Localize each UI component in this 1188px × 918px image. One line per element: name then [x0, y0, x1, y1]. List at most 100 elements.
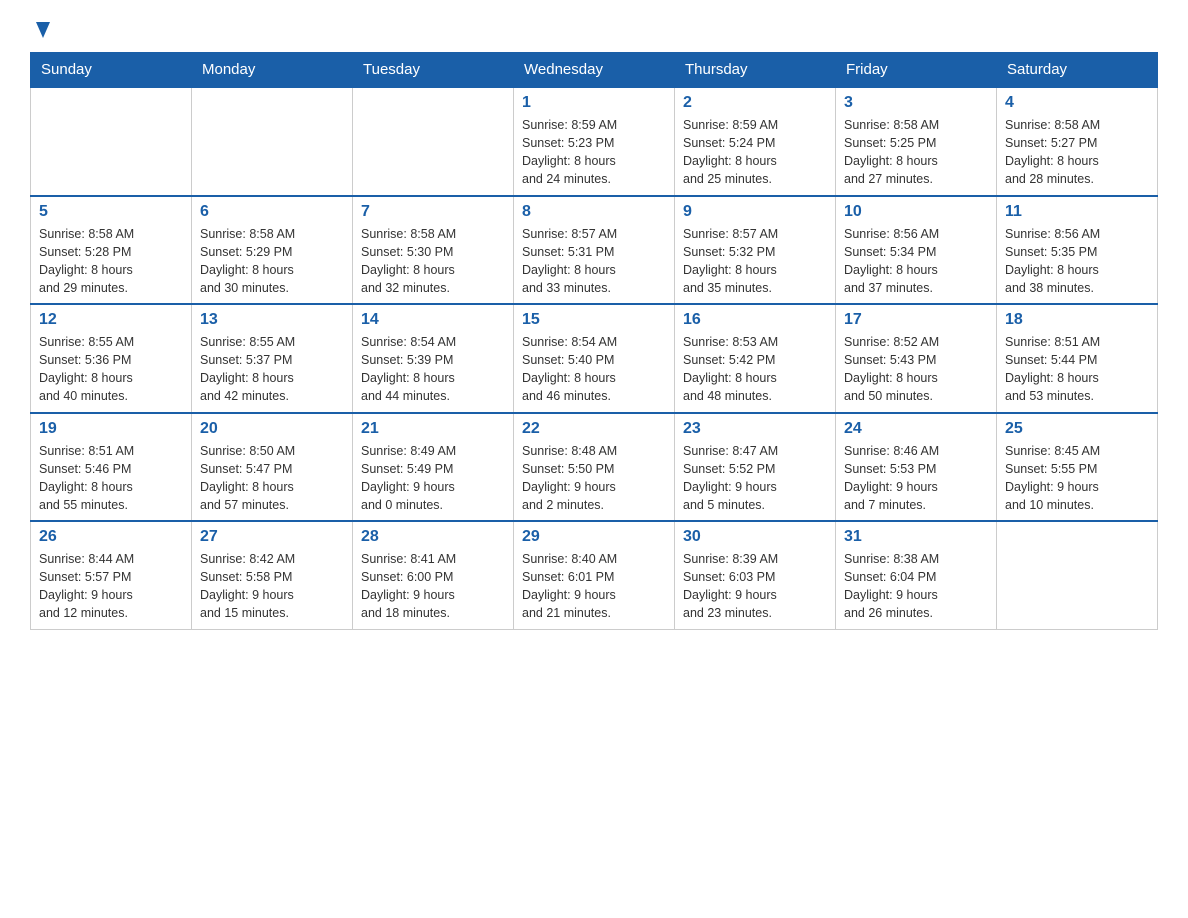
day-number: 4 — [1005, 94, 1149, 112]
day-number: 12 — [39, 311, 183, 329]
calendar-cell: 11 Sunrise: 8:56 AMSunset: 5:35 PMDayligh… — [997, 196, 1158, 305]
day-number: 10 — [844, 203, 988, 221]
weekday-header-saturday: Saturday — [997, 53, 1158, 88]
logo-arrow-icon — [32, 18, 54, 40]
calendar-cell: 14Sunrise: 8:54 AMSunset: 5:39 PMDayligh… — [353, 304, 514, 413]
day-info: Sunrise: 8:57 AMSunset: 5:31 PMDaylight:… — [522, 225, 666, 298]
calendar-cell: 3 Sunrise: 8:58 AMSunset: 5:25 PMDaylight… — [836, 87, 997, 196]
calendar-cell: 26Sunrise: 8:44 AMSunset: 5:57 PMDayligh… — [31, 521, 192, 629]
day-info: Sunrise: 8:58 AMSunset: 5:29 PMDaylight:… — [200, 225, 344, 298]
calendar-cell: 17Sunrise: 8:52 AMSunset: 5:43 PMDayligh… — [836, 304, 997, 413]
calendar-cell: 2 Sunrise: 8:59 AMSunset: 5:24 PMDaylight… — [675, 87, 836, 196]
calendar-cell: 24 Sunrise: 8:46 AMSunset: 5:53 PMDayligh… — [836, 413, 997, 522]
day-info: Sunrise: 8:38 AMSunset: 6:04 PMDaylight:… — [844, 550, 988, 623]
calendar-cell: 15Sunrise: 8:54 AMSunset: 5:40 PMDayligh… — [514, 304, 675, 413]
day-number: 16 — [683, 311, 827, 329]
day-number: 27 — [200, 528, 344, 546]
logo — [30, 20, 54, 32]
calendar-cell: 4 Sunrise: 8:58 AMSunset: 5:27 PMDaylight… — [997, 87, 1158, 196]
day-info: Sunrise: 8:50 AMSunset: 5:47 PMDaylight:… — [200, 442, 344, 515]
day-info: Sunrise: 8:56 AMSunset: 5:35 PMDaylight:… — [1005, 225, 1149, 298]
calendar-cell — [353, 87, 514, 196]
calendar-cell: 21 Sunrise: 8:49 AMSunset: 5:49 PMDayligh… — [353, 413, 514, 522]
calendar-cell — [31, 87, 192, 196]
calendar-cell: 1 Sunrise: 8:59 AMSunset: 5:23 PMDaylight… — [514, 87, 675, 196]
weekday-header-tuesday: Tuesday — [353, 53, 514, 88]
day-info: Sunrise: 8:42 AMSunset: 5:58 PMDaylight:… — [200, 550, 344, 623]
day-info: Sunrise: 8:58 AMSunset: 5:27 PMDaylight:… — [1005, 116, 1149, 189]
calendar-cell: 31 Sunrise: 8:38 AMSunset: 6:04 PMDayligh… — [836, 521, 997, 629]
week-row-5: 26Sunrise: 8:44 AMSunset: 5:57 PMDayligh… — [31, 521, 1158, 629]
day-info: Sunrise: 8:58 AMSunset: 5:25 PMDaylight:… — [844, 116, 988, 189]
day-number: 8 — [522, 203, 666, 221]
calendar-cell: 10 Sunrise: 8:56 AMSunset: 5:34 PMDayligh… — [836, 196, 997, 305]
calendar-cell: 9 Sunrise: 8:57 AMSunset: 5:32 PMDaylight… — [675, 196, 836, 305]
calendar-cell: 25 Sunrise: 8:45 AMSunset: 5:55 PMDayligh… — [997, 413, 1158, 522]
calendar-cell: 5Sunrise: 8:58 AMSunset: 5:28 PMDaylight… — [31, 196, 192, 305]
day-info: Sunrise: 8:54 AMSunset: 5:39 PMDaylight:… — [361, 333, 505, 406]
day-info: Sunrise: 8:51 AMSunset: 5:46 PMDaylight:… — [39, 442, 183, 515]
calendar-cell: 22 Sunrise: 8:48 AMSunset: 5:50 PMDayligh… — [514, 413, 675, 522]
day-number: 11 — [1005, 203, 1149, 221]
calendar-cell: 18Sunrise: 8:51 AMSunset: 5:44 PMDayligh… — [997, 304, 1158, 413]
weekday-header-wednesday: Wednesday — [514, 53, 675, 88]
day-number: 23 — [683, 420, 827, 438]
day-number: 7 — [361, 203, 505, 221]
calendar-cell: 30 Sunrise: 8:39 AMSunset: 6:03 PMDayligh… — [675, 521, 836, 629]
week-row-2: 5Sunrise: 8:58 AMSunset: 5:28 PMDaylight… — [31, 196, 1158, 305]
week-row-1: 1 Sunrise: 8:59 AMSunset: 5:23 PMDaylight… — [31, 87, 1158, 196]
weekday-header-friday: Friday — [836, 53, 997, 88]
day-number: 9 — [683, 203, 827, 221]
day-number: 17 — [844, 311, 988, 329]
weekday-header-thursday: Thursday — [675, 53, 836, 88]
day-number: 19 — [39, 420, 183, 438]
day-info: Sunrise: 8:57 AMSunset: 5:32 PMDaylight:… — [683, 225, 827, 298]
day-number: 25 — [1005, 420, 1149, 438]
day-number: 24 — [844, 420, 988, 438]
day-info: Sunrise: 8:59 AMSunset: 5:23 PMDaylight:… — [522, 116, 666, 189]
calendar-table: SundayMondayTuesdayWednesdayThursdayFrid… — [30, 52, 1158, 630]
week-row-4: 19 Sunrise: 8:51 AMSunset: 5:46 PMDayligh… — [31, 413, 1158, 522]
day-number: 15 — [522, 311, 666, 329]
calendar-cell: 8 Sunrise: 8:57 AMSunset: 5:31 PMDaylight… — [514, 196, 675, 305]
day-info: Sunrise: 8:58 AMSunset: 5:30 PMDaylight:… — [361, 225, 505, 298]
day-number: 30 — [683, 528, 827, 546]
day-info: Sunrise: 8:46 AMSunset: 5:53 PMDaylight:… — [844, 442, 988, 515]
day-info: Sunrise: 8:49 AMSunset: 5:49 PMDaylight:… — [361, 442, 505, 515]
weekday-header-sunday: Sunday — [31, 53, 192, 88]
day-number: 22 — [522, 420, 666, 438]
calendar-cell: 19 Sunrise: 8:51 AMSunset: 5:46 PMDayligh… — [31, 413, 192, 522]
calendar-cell: 6 Sunrise: 8:58 AMSunset: 5:29 PMDaylight… — [192, 196, 353, 305]
day-info: Sunrise: 8:44 AMSunset: 5:57 PMDaylight:… — [39, 550, 183, 623]
day-info: Sunrise: 8:51 AMSunset: 5:44 PMDaylight:… — [1005, 333, 1149, 406]
day-number: 21 — [361, 420, 505, 438]
calendar-cell: 12 Sunrise: 8:55 AMSunset: 5:36 PMDayligh… — [31, 304, 192, 413]
calendar-cell: 28 Sunrise: 8:41 AMSunset: 6:00 PMDayligh… — [353, 521, 514, 629]
day-info: Sunrise: 8:56 AMSunset: 5:34 PMDaylight:… — [844, 225, 988, 298]
day-number: 28 — [361, 528, 505, 546]
day-info: Sunrise: 8:47 AMSunset: 5:52 PMDaylight:… — [683, 442, 827, 515]
calendar-cell: 13Sunrise: 8:55 AMSunset: 5:37 PMDayligh… — [192, 304, 353, 413]
day-number: 2 — [683, 94, 827, 112]
calendar-cell: 27 Sunrise: 8:42 AMSunset: 5:58 PMDayligh… — [192, 521, 353, 629]
day-info: Sunrise: 8:40 AMSunset: 6:01 PMDaylight:… — [522, 550, 666, 623]
calendar-cell: 29 Sunrise: 8:40 AMSunset: 6:01 PMDayligh… — [514, 521, 675, 629]
weekday-header-monday: Monday — [192, 53, 353, 88]
day-number: 29 — [522, 528, 666, 546]
calendar-cell: 23 Sunrise: 8:47 AMSunset: 5:52 PMDayligh… — [675, 413, 836, 522]
day-number: 3 — [844, 94, 988, 112]
day-info: Sunrise: 8:41 AMSunset: 6:00 PMDaylight:… — [361, 550, 505, 623]
weekday-header-row: SundayMondayTuesdayWednesdayThursdayFrid… — [31, 53, 1158, 88]
day-info: Sunrise: 8:45 AMSunset: 5:55 PMDaylight:… — [1005, 442, 1149, 515]
day-info: Sunrise: 8:55 AMSunset: 5:36 PMDaylight:… — [39, 333, 183, 406]
day-info: Sunrise: 8:59 AMSunset: 5:24 PMDaylight:… — [683, 116, 827, 189]
calendar-cell: 16Sunrise: 8:53 AMSunset: 5:42 PMDayligh… — [675, 304, 836, 413]
day-number: 31 — [844, 528, 988, 546]
day-info: Sunrise: 8:48 AMSunset: 5:50 PMDaylight:… — [522, 442, 666, 515]
day-number: 6 — [200, 203, 344, 221]
day-number: 1 — [522, 94, 666, 112]
day-info: Sunrise: 8:39 AMSunset: 6:03 PMDaylight:… — [683, 550, 827, 623]
calendar-cell — [997, 521, 1158, 629]
calendar-cell — [192, 87, 353, 196]
page-header — [30, 20, 1158, 32]
